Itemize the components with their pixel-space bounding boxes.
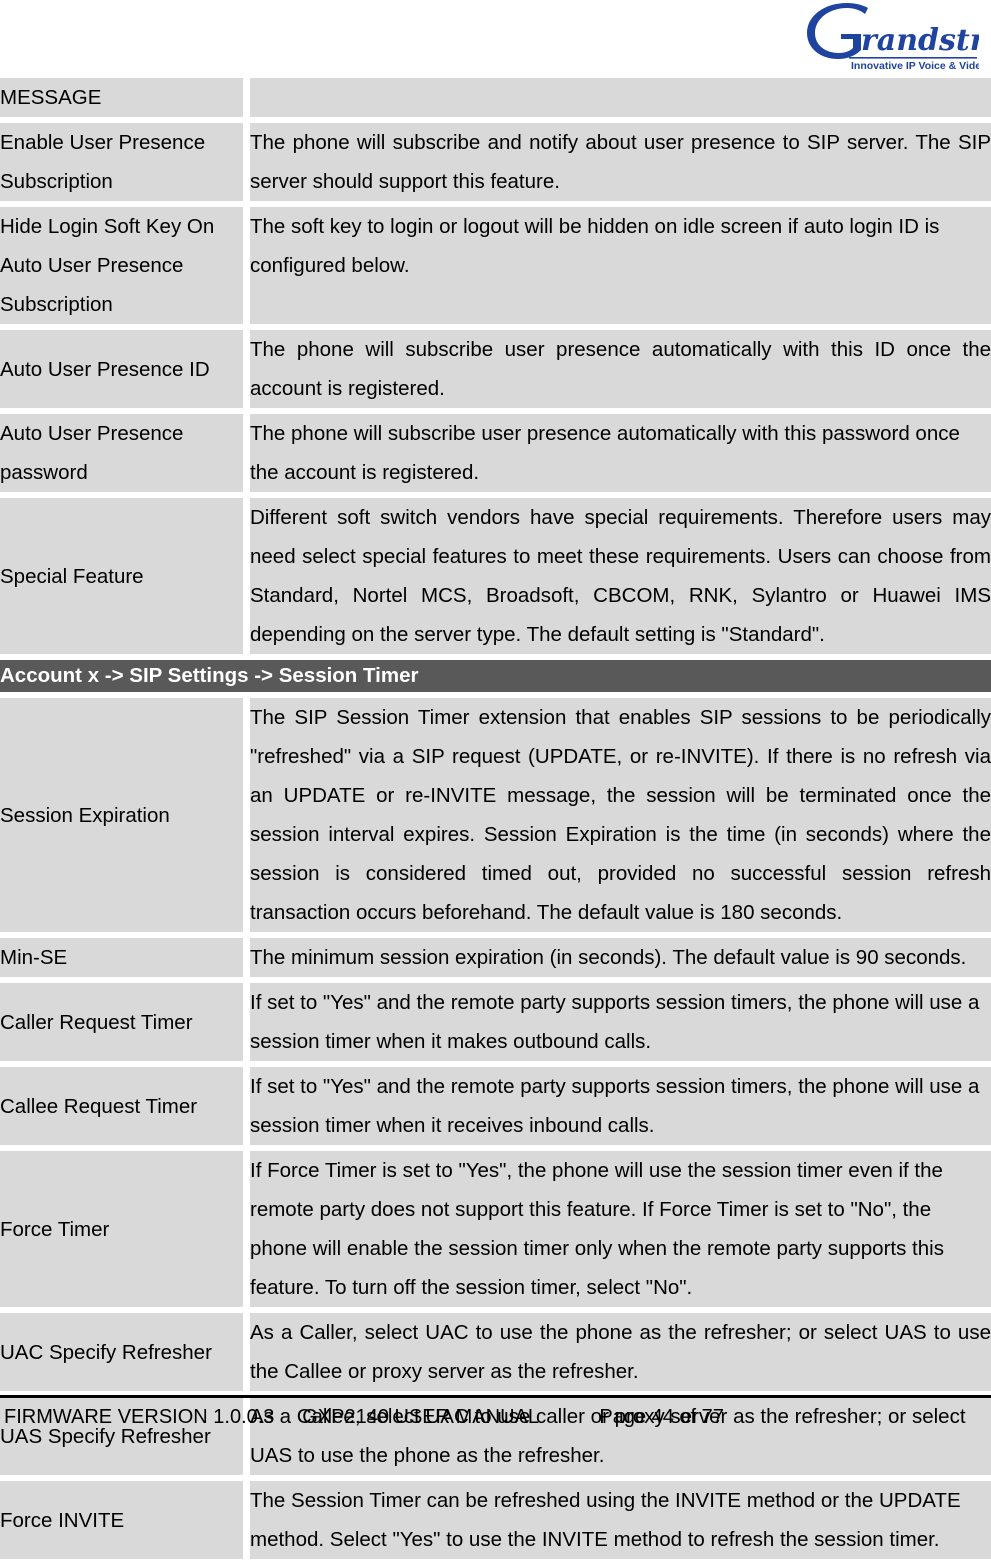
row-label: Force INVITE: [0, 1481, 250, 1565]
row-description: If Force Timer is set to "Yes", the phon…: [250, 1151, 991, 1313]
table-row: UAC Specify Refresher As a Caller, selec…: [0, 1313, 991, 1397]
row-label: Hide Login Soft Key On Auto User Presenc…: [0, 207, 250, 330]
row-label: UAC Specify Refresher: [0, 1313, 250, 1397]
row-description: Different soft switch vendors have speci…: [250, 498, 991, 660]
table-row: Callee Request Timer If set to "Yes" and…: [0, 1067, 991, 1151]
table-row: Auto User Presence password The phone wi…: [0, 414, 991, 498]
settings-description-table: MESSAGE Enable User Presence Subscriptio…: [0, 78, 991, 1565]
footer-divider: [0, 1395, 991, 1398]
table-body: MESSAGE Enable User Presence Subscriptio…: [0, 78, 991, 1565]
row-label: Special Feature: [0, 498, 250, 660]
logo-tagline: Innovative IP Voice & Video: [851, 60, 979, 72]
row-description: As a Caller, select UAC to use the phone…: [250, 1313, 991, 1397]
document-page: randstream Innovative IP Voice & Video M…: [0, 0, 991, 1565]
row-label: Auto User Presence password: [0, 414, 250, 498]
document-header: randstream Innovative IP Voice & Video: [0, 0, 991, 78]
row-description: The soft key to login or logout will be …: [250, 207, 991, 330]
table-row: Enable User Presence Subscription The ph…: [0, 123, 991, 207]
section-header: Account x -> SIP Settings -> Session Tim…: [0, 660, 991, 698]
table-row: Min-SE The minimum session expiration (i…: [0, 938, 991, 983]
row-label: Session Expiration: [0, 698, 250, 938]
row-label: Auto User Presence ID: [0, 330, 250, 414]
table-row: Force INVITE The Session Timer can be re…: [0, 1481, 991, 1565]
grandstream-logo: randstream Innovative IP Voice & Video: [803, 2, 979, 74]
table-row: Caller Request Timer If set to "Yes" and…: [0, 983, 991, 1067]
row-label: Callee Request Timer: [0, 1067, 250, 1151]
table-row: Auto User Presence ID The phone will sub…: [0, 330, 991, 414]
row-label: Caller Request Timer: [0, 983, 250, 1067]
table-row: Special Feature Different soft switch ve…: [0, 498, 991, 660]
row-description: The phone will subscribe user presence a…: [250, 330, 991, 414]
row-description: The Session Timer can be refreshed using…: [250, 1481, 991, 1565]
row-description: The minimum session expiration (in secon…: [250, 938, 991, 983]
table-section-row: Account x -> SIP Settings -> Session Tim…: [0, 660, 991, 698]
svg-text:randstream: randstream: [861, 23, 979, 58]
row-label: MESSAGE: [0, 78, 250, 123]
row-label: Min-SE: [0, 938, 250, 983]
table-row: Session Expiration The SIP Session Timer…: [0, 698, 991, 938]
table-row: Force Timer If Force Timer is set to "Ye…: [0, 1151, 991, 1313]
row-description: If set to "Yes" and the remote party sup…: [250, 1067, 991, 1151]
row-description: [250, 78, 991, 123]
row-description: The phone will subscribe and notify abou…: [250, 123, 991, 207]
table-row: Hide Login Soft Key On Auto User Presenc…: [0, 207, 991, 330]
footer-text: FIRMWARE VERSION 1.0.0.3 GXP2140 USER MA…: [4, 1406, 724, 1428]
document-footer: FIRMWARE VERSION 1.0.0.3 GXP2140 USER MA…: [0, 1395, 991, 1430]
row-label: Enable User Presence Subscription: [0, 123, 250, 207]
row-label: Force Timer: [0, 1151, 250, 1313]
row-description: If set to "Yes" and the remote party sup…: [250, 983, 991, 1067]
row-description: The phone will subscribe user presence a…: [250, 414, 991, 498]
table-row: MESSAGE: [0, 78, 991, 123]
grandstream-logo-icon: randstream Innovative IP Voice & Video: [807, 3, 979, 72]
row-description: The SIP Session Timer extension that ena…: [250, 698, 991, 938]
